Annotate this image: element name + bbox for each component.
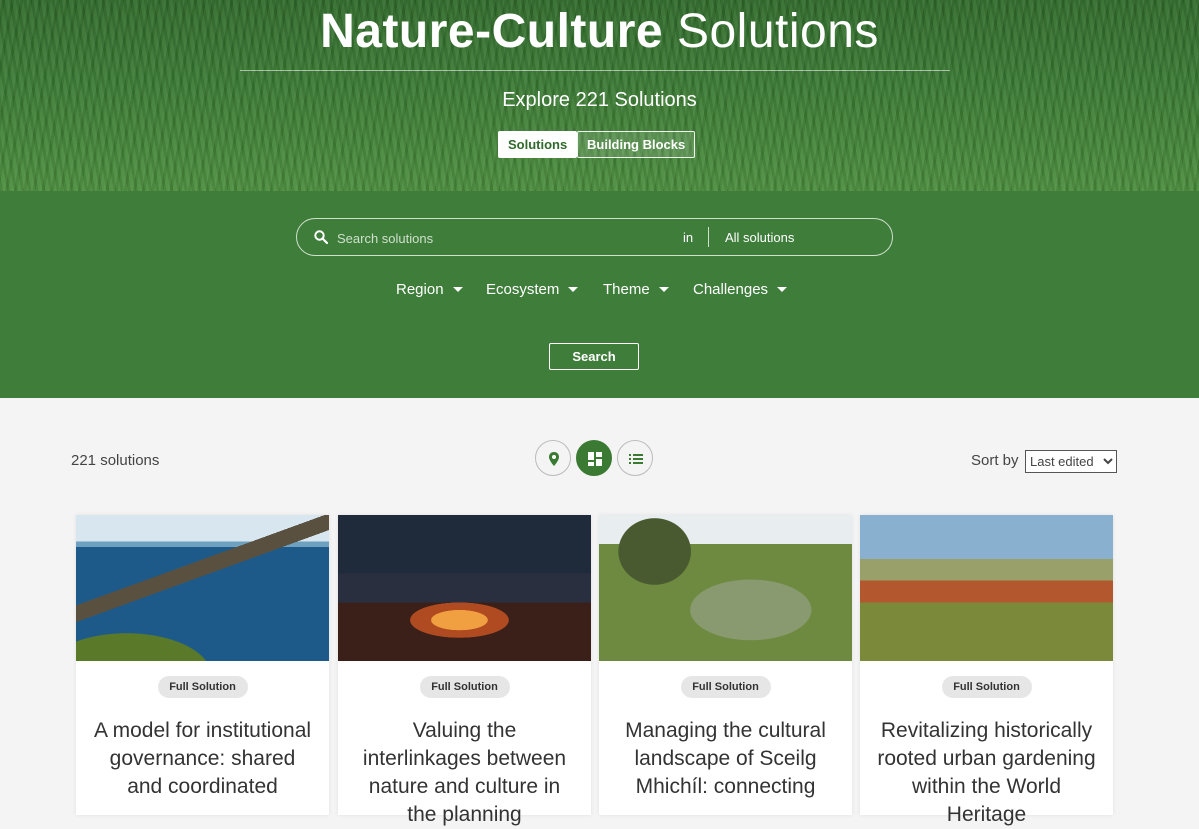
map-view-button[interactable] [535,440,571,476]
caret-down-icon [452,286,463,292]
building-blocks-toggle-button[interactable]: Building Blocks [577,131,696,158]
page-title: Nature-Culture Solutions [0,4,1199,60]
theme-dropdown[interactable]: Theme [603,281,669,299]
list-icon [629,454,643,464]
solution-card-title[interactable]: Revitalizing historically rooted urban g… [874,717,1099,829]
map-pin-icon [549,452,559,466]
solution-card[interactable]: Full Solution A model for institutional … [76,515,329,815]
theme-dropdown-label: Theme [603,281,650,298]
results-count: 221 solutions [71,452,160,469]
challenges-dropdown-label: Challenges [693,281,769,298]
search-icon [314,230,328,244]
solution-card[interactable]: Full Solution Revitalizing historically … [860,515,1113,826]
search-scope-select[interactable]: All solutions [725,230,794,245]
hero-subtitle: Explore 221 Solutions [502,89,697,111]
ecosystem-dropdown-label: Ecosystem [486,281,560,298]
solution-card-title[interactable]: Valuing the interlinkages between nature… [352,717,577,829]
grid-view-button[interactable] [576,440,612,476]
page-title-light: Solutions [676,5,879,58]
search-in-label: in [683,230,694,245]
filter-panel: in All solutions Region Ecosystem Theme … [0,191,1199,398]
solution-card-image[interactable] [599,515,852,661]
list-view-button[interactable] [617,440,653,476]
solutions-toggle-button[interactable]: Solutions [498,131,578,158]
region-dropdown[interactable]: Region [396,281,463,299]
sort-label: Sort by [971,452,1019,469]
region-dropdown-label: Region [396,281,444,298]
solution-card-title[interactable]: A model for institutional governance: sh… [90,717,315,801]
search-bar: in All solutions [296,218,893,256]
solution-card-image[interactable] [76,515,329,661]
solution-card-image[interactable] [860,515,1113,661]
solution-type-badge: Full Solution [941,676,1032,698]
ecosystem-dropdown[interactable]: Ecosystem [486,281,579,299]
search-button[interactable]: Search [549,343,639,370]
search-divider [708,227,709,247]
search-input[interactable] [337,225,667,251]
caret-down-icon [777,286,788,292]
grid-icon [588,452,602,466]
sort-select[interactable]: Last edited [1025,450,1117,473]
caret-down-icon [658,286,669,292]
hero-banner: Nature-Culture Solutions Explore 221 Sol… [0,0,1199,191]
solution-type-badge: Full Solution [419,676,510,698]
page-title-bold: Nature-Culture [320,5,664,58]
solution-type-badge: Full Solution [680,676,771,698]
solution-card-image[interactable] [338,515,591,661]
challenges-dropdown[interactable]: Challenges [693,281,788,299]
solution-type-badge: Full Solution [157,676,248,698]
solution-card[interactable]: Full Solution Valuing the interlinkages … [338,515,591,826]
caret-down-icon [568,286,579,292]
solution-card-title[interactable]: Managing the cultural landscape of Sceil… [613,717,838,801]
hero-divider [240,70,950,71]
solution-card[interactable]: Full Solution Managing the cultural land… [599,515,852,815]
